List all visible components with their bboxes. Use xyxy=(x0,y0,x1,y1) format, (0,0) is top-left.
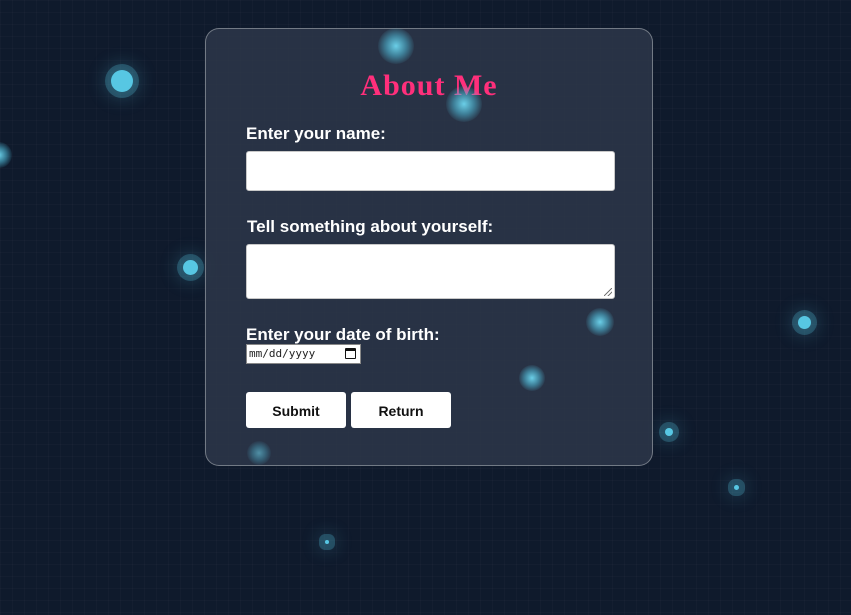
glow-orb xyxy=(519,365,545,391)
dob-input[interactable]: mm/dd/yyyy xyxy=(246,344,361,364)
glow-orb xyxy=(378,28,414,64)
dob-placeholder: mm/dd/yyyy xyxy=(249,347,316,360)
about-textarea[interactable] xyxy=(246,244,615,299)
return-button[interactable]: Return xyxy=(351,392,451,428)
glow-orb xyxy=(111,70,133,92)
name-input[interactable] xyxy=(246,151,615,191)
form-title: About Me xyxy=(360,69,498,102)
resize-grip-icon[interactable] xyxy=(604,288,612,296)
submit-button[interactable]: Submit xyxy=(246,392,346,428)
about-me-form: About Me Enter your name: Tell something… xyxy=(205,28,653,466)
name-label: Enter your name: xyxy=(246,124,386,143)
about-label: Tell something about yourself: xyxy=(247,217,494,236)
glow-orb xyxy=(665,428,673,436)
glow-orb xyxy=(734,485,739,490)
glow-orb xyxy=(247,441,271,465)
calendar-icon[interactable] xyxy=(345,348,356,359)
glow-orb xyxy=(586,308,614,336)
glow-orb xyxy=(325,540,329,544)
glow-orb xyxy=(798,316,811,329)
glow-orb xyxy=(183,260,198,275)
glow-orb xyxy=(446,86,482,122)
dob-label: Enter your date of birth: xyxy=(246,325,440,344)
